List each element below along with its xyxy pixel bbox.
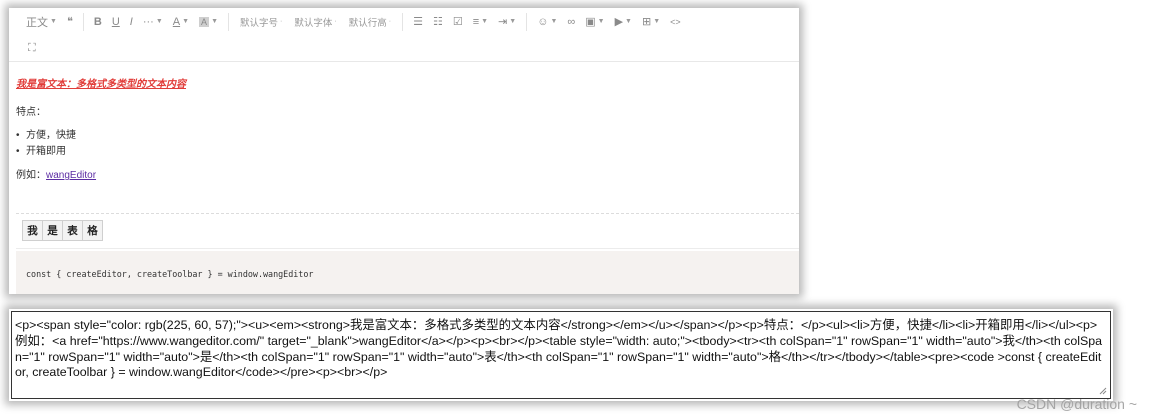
fullscreen-icon[interactable]: ⛶ [23,38,41,58]
watermark: CSDN @duration ~ [1016,396,1137,412]
chevron-down-icon: ▼ [50,18,57,25]
rich-text-editor: 正文 ▼ ❝ B U I ··· ▼ A ▼ A ▼ 默认字号 · 默认字体 · 默认行高 · ☰ ☷ ☑ ≡ ▼ ⇥ ▼ ☺ ▼ ∞… [9,8,799,294]
blockquote-icon[interactable]: ❝ [62,12,78,32]
html-output-textarea[interactable]: <p><span style="color: rgb(225, 60, 57);… [11,311,1111,399]
chevron-down-icon: ▼ [481,18,489,25]
numbered-list-icon[interactable]: ☷ [428,12,448,32]
font-color-dropdown[interactable]: A ▼ [168,12,194,32]
link-icon[interactable]: ∞ [562,12,580,32]
rich-title-text: 我是富文本：多格式多类型的文本内容 [16,79,186,90]
wangeditor-link[interactable]: wangEditor [46,170,96,181]
example-label: 例如： [16,170,46,181]
html-output-text: <p><span style="color: rgb(225, 60, 57);… [15,318,1103,380]
chevron-down-icon: ▼ [155,18,163,25]
code-block[interactable]: const { createEditor, createToolbar } = … [16,251,799,294]
table-dropdown[interactable]: ⊞ ▼ [637,12,665,32]
table-cell[interactable]: 是 [42,220,63,241]
code-text: const { createEditor, createToolbar } = … [26,269,314,279]
bulleted-list-icon[interactable]: ☰ [408,12,428,32]
toolbar-divider [82,12,84,31]
chevron-down-icon: ▼ [597,18,605,25]
toolbar-row-2: ⛶ [9,35,799,61]
underline-icon[interactable]: U [107,12,125,32]
video-dropdown[interactable]: ▶ ▼ [610,12,637,32]
more-style-dropdown[interactable]: ··· ▼ [138,12,168,32]
html-output-panel: <p><span style="color: rgb(225, 60, 57);… [9,309,1113,401]
toolbar-divider [228,12,229,31]
align-dropdown[interactable]: ≡ ▼ [468,12,493,32]
toolbar-divider [526,12,528,31]
features-label: 特点： [16,107,46,118]
chevron-down-icon: ▼ [211,18,218,25]
chevron-down-icon: ▼ [550,18,558,25]
indent-dropdown[interactable]: ⇥ ▼ [493,12,521,32]
chevron-down-icon: ▼ [182,18,190,25]
italic-icon[interactable]: I [125,12,138,32]
font-family-select[interactable]: 默认字体 · [288,12,342,32]
list-item: • 方便，快捷 [16,130,76,141]
chevron-down-icon: ▼ [509,18,517,25]
table-cell[interactable]: 格 [82,220,103,241]
line-height-select[interactable]: 默认行高 · [343,12,397,32]
chevron-down-icon: ▼ [653,18,661,25]
image-dropdown[interactable]: ▣ ▼ [580,12,609,32]
toolbar-row-1: 正文 ▼ ❝ B U I ··· ▼ A ▼ A ▼ 默认字号 · 默认字体 · 默认行高 · ☰ ☷ ☑ ≡ ▼ ⇥ ▼ ☺ ▼ ∞… [9,8,799,35]
font-size-select[interactable]: 默认字号 · [234,12,288,32]
resize-grip-icon[interactable] [1099,387,1107,395]
code-icon[interactable]: <> [665,12,686,32]
table-cell[interactable]: 表 [62,220,83,241]
example-paragraph: 例如：wangEditor [16,166,96,181]
table-cell[interactable]: 我 [22,220,43,241]
toolbar-divider [402,12,404,31]
content-table[interactable]: 我 是 表 格 [22,220,103,241]
editor-content[interactable]: 我是富文本：多格式多类型的文本内容 特点： • 方便，快捷 • 开箱即用 例如：wa… [9,62,799,294]
chevron-down-icon: ▼ [625,18,632,25]
bold-icon[interactable]: B [89,12,107,32]
editor-toolbar: 正文 ▼ ❝ B U I ··· ▼ A ▼ A ▼ 默认字号 · 默认字体 · 默认行高 · ☰ ☷ ☑ ≡ ▼ ⇥ ▼ ☺ ▼ ∞… [9,8,799,62]
todo-icon[interactable]: ☑ [448,12,468,32]
emoji-dropdown[interactable]: ☺ ▼ [532,12,562,32]
list-item: • 开箱即用 [16,146,66,157]
table-block: 我 是 表 格 [16,213,799,249]
paragraph-style-dropdown[interactable]: 正文 ▼ [21,12,62,32]
bg-color-dropdown[interactable]: A ▼ [194,12,223,32]
